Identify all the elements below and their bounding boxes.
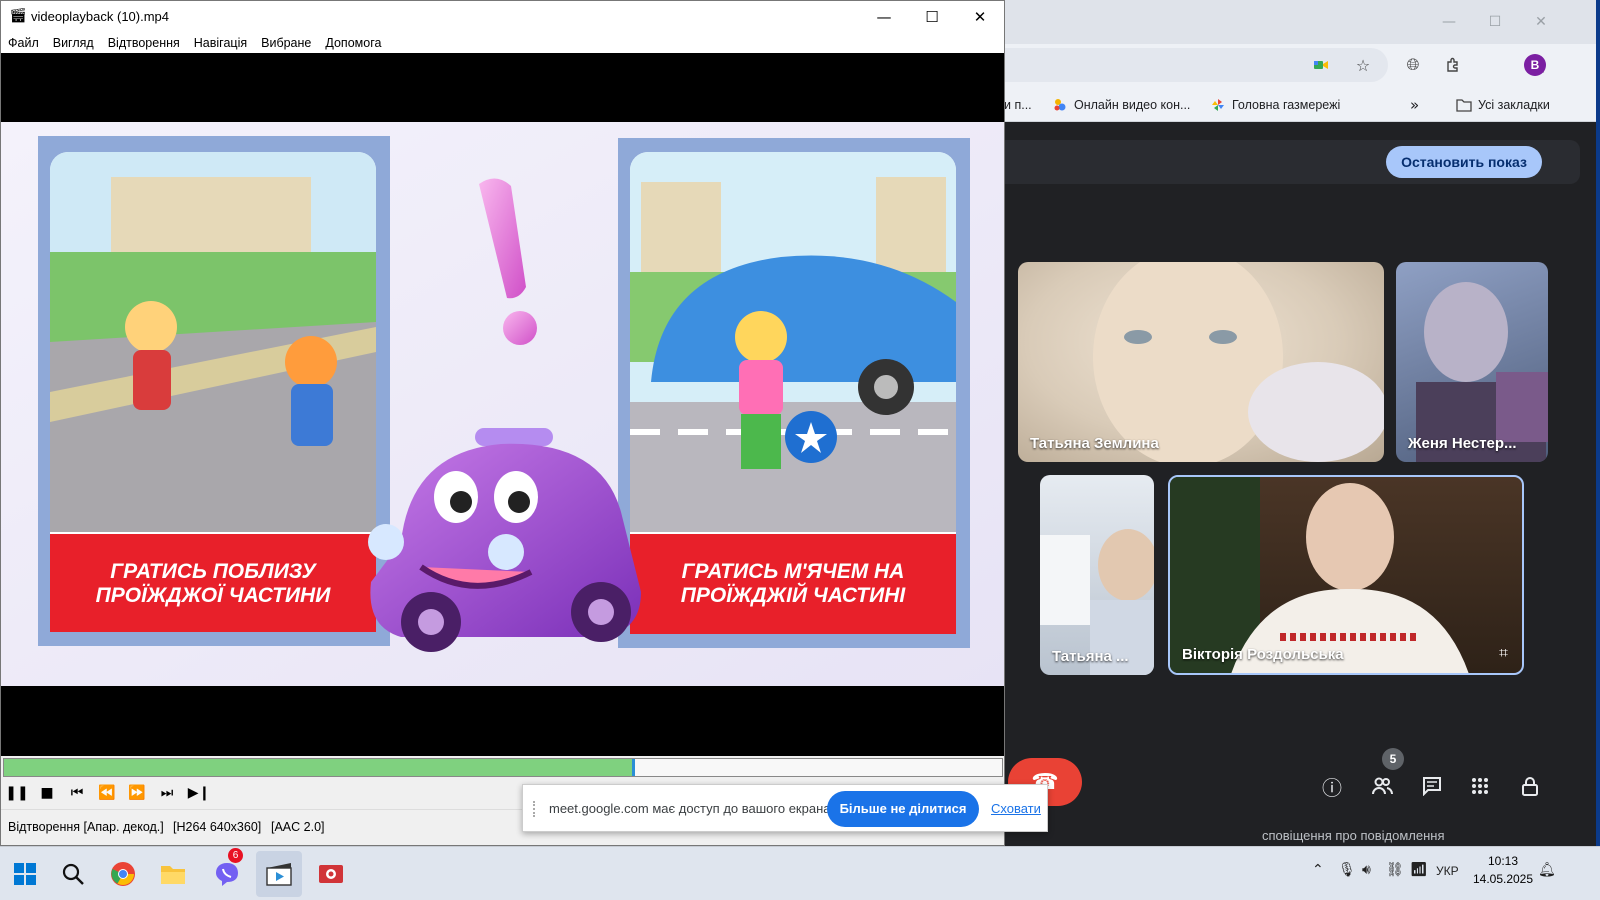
bookmark-item-gas[interactable]: Головна газмережі bbox=[1210, 96, 1340, 114]
extensions-icon[interactable] bbox=[1440, 52, 1466, 78]
drag-handle-icon[interactable] bbox=[533, 801, 539, 817]
video-surface[interactable]: ГРАТИСЬ ПОБЛИЗУ ПРОЇЖДЖОЇ ЧАСТИНИ ГРАТИС… bbox=[1, 53, 1004, 756]
bookmark-item[interactable]: и п... bbox=[1004, 96, 1032, 114]
meet-bookmark-icon bbox=[1052, 97, 1068, 113]
right-caption-line2: ПРОЇЖДЖІЙ ЧАСТИНІ bbox=[681, 583, 907, 607]
player-close-button[interactable]: ✕ bbox=[957, 1, 1003, 33]
windows-start-icon[interactable] bbox=[2, 851, 48, 897]
translate-globe-icon[interactable]: 🌐︎ bbox=[1400, 52, 1426, 78]
meeting-info-icon[interactable]: ⓘ bbox=[1316, 770, 1348, 802]
people-count-badge: 5 bbox=[1382, 748, 1404, 770]
all-bookmarks-button[interactable]: Усі закладки bbox=[1456, 96, 1550, 114]
bookmark-label: и п... bbox=[1004, 98, 1032, 112]
browser-titlebar: — ☐ ✕ bbox=[1000, 0, 1596, 44]
input-language-indicator[interactable]: УКР bbox=[1436, 864, 1459, 878]
network-icon[interactable]: ⛓︎ bbox=[1386, 862, 1404, 878]
bookmark-item-meet[interactable]: Онлайн видео кон... bbox=[1052, 96, 1190, 114]
participant-tile[interactable]: Татьяна ... bbox=[1040, 475, 1154, 675]
participant-name: Вікторія Роздольська bbox=[1182, 646, 1344, 663]
clock-time: 10:13 bbox=[1487, 854, 1519, 868]
chrome-icon[interactable] bbox=[100, 851, 146, 897]
tray-overflow-chevron-icon[interactable]: ⌃ bbox=[1312, 862, 1324, 878]
share-notice-message: meet.google.com має доступ до вашого екр… bbox=[549, 801, 835, 816]
player-window-title: videoplayback (10).mp4 bbox=[31, 9, 170, 24]
bookmark-label: Онлайн видео кон... bbox=[1074, 98, 1191, 112]
hide-notice-link[interactable]: Сховати bbox=[991, 801, 1041, 816]
fast-forward-icon[interactable]: ⏩ bbox=[125, 783, 149, 803]
pause-icon[interactable]: ❚❚ bbox=[5, 783, 29, 803]
participant-tile[interactable]: Татьяна Землина bbox=[1018, 262, 1384, 462]
seek-progress-fill bbox=[4, 759, 635, 776]
menu-file[interactable]: Файл bbox=[1, 33, 46, 53]
player-minimize-button[interactable]: — bbox=[861, 1, 907, 33]
participant-tile[interactable]: Женя Нестер... bbox=[1396, 262, 1548, 462]
browser-window: — ☐ ✕ ☆ 🌐︎ ⋮ B и п... Онлайн видео кон..… bbox=[1000, 0, 1596, 846]
rewind-icon[interactable]: ⏪ bbox=[95, 783, 119, 803]
menu-playback[interactable]: Відтворення bbox=[101, 33, 187, 53]
host-controls-lock-icon[interactable] bbox=[1514, 770, 1546, 802]
stop-presenting-button[interactable]: Остановить показ bbox=[1386, 146, 1542, 178]
browser-toolbar: ☆ 🌐︎ ⋮ bbox=[1000, 44, 1596, 86]
clock-date: 14.05.2025 bbox=[1472, 872, 1534, 886]
viber-unread-badge: 6 bbox=[228, 848, 243, 863]
participant-tile-active[interactable]: Вікторія Роздольська ⌗ bbox=[1168, 475, 1524, 675]
notification-peek-text: сповіщення про повідомлення bbox=[1262, 828, 1445, 843]
wifi-icon[interactable]: 📶︎ bbox=[1410, 862, 1428, 878]
system-clock[interactable]: 10:13 14.05.2025 bbox=[1468, 852, 1538, 888]
stop-icon[interactable]: ■ bbox=[35, 783, 59, 803]
screen-recorder-icon[interactable] bbox=[308, 851, 354, 897]
microphone-icon[interactable]: 🎙︎ bbox=[1338, 862, 1356, 878]
frame-step-icon[interactable]: ▶❙ bbox=[187, 783, 211, 803]
screen-share-notification: meet.google.com має доступ до вашого екр… bbox=[522, 784, 1048, 832]
player-maximize-button[interactable]: ☐ bbox=[909, 1, 955, 33]
skip-back-icon[interactable]: ⏮ bbox=[65, 783, 89, 803]
meet-tab-indicator-icon[interactable] bbox=[1308, 52, 1334, 78]
chat-icon[interactable] bbox=[1416, 770, 1448, 802]
right-caption-line1: ГРАТИСЬ М'ЯЧЕМ НА bbox=[682, 560, 905, 583]
profile-avatar[interactable]: B bbox=[1524, 54, 1546, 76]
crop-icon[interactable]: ⌗ bbox=[1499, 643, 1508, 663]
menu-favorites[interactable]: Вибране bbox=[254, 33, 318, 53]
activities-grid-icon[interactable] bbox=[1464, 770, 1496, 802]
pinwheel-icon bbox=[1210, 97, 1226, 113]
browser-minimize-button[interactable]: — bbox=[1434, 10, 1464, 34]
menu-view[interactable]: Вигляд bbox=[46, 33, 101, 53]
media-player-window: 🎬︎ videoplayback (10).mp4 — ☐ ✕ Файл Виг… bbox=[0, 0, 1005, 846]
folder-icon bbox=[1456, 97, 1472, 113]
menu-navigation[interactable]: Навігація bbox=[187, 33, 254, 53]
more-bookmarks-chevron-icon[interactable]: » bbox=[1410, 96, 1419, 114]
search-icon[interactable] bbox=[50, 851, 96, 897]
file-explorer-icon[interactable] bbox=[150, 851, 196, 897]
left-caption-line2: ПРОЇЖДЖОЇ ЧАСТИНИ bbox=[96, 584, 332, 607]
player-menubar: Файл Вигляд Відтворення Навігація Вибран… bbox=[1, 33, 1004, 53]
media-player-taskbar-icon[interactable] bbox=[256, 851, 302, 897]
seek-bar[interactable] bbox=[3, 758, 1003, 777]
participant-name: Татьяна ... bbox=[1052, 648, 1129, 665]
audio-codec-info: [AAC 2.0] bbox=[271, 820, 325, 834]
stop-sharing-button[interactable]: Більше не ділитися bbox=[827, 791, 979, 827]
participant-name: Татьяна Землина bbox=[1030, 435, 1159, 452]
menu-help[interactable]: Допомога bbox=[318, 33, 388, 53]
playback-status: Відтворення [Апар. декод.] bbox=[8, 820, 164, 834]
browser-maximize-button[interactable]: ☐ bbox=[1480, 10, 1510, 34]
all-bookmarks-label: Усі закладки bbox=[1478, 98, 1550, 112]
browser-close-button[interactable]: ✕ bbox=[1526, 10, 1556, 34]
left-caption-line1: ГРАТИСЬ ПОБЛИЗУ bbox=[110, 560, 317, 583]
video-frame: ГРАТИСЬ ПОБЛИЗУ ПРОЇЖДЖОЇ ЧАСТИНИ ГРАТИС… bbox=[1, 122, 1004, 686]
video-codec-info: [H264 640x360] bbox=[173, 820, 262, 834]
skip-forward-icon[interactable]: ⏭ bbox=[155, 783, 179, 803]
bookmarks-bar: и п... Онлайн видео кон... Головна газме… bbox=[1000, 86, 1596, 122]
bookmark-label: Головна газмережі bbox=[1232, 98, 1341, 112]
clapperboard-icon: 🎬︎ bbox=[9, 8, 27, 24]
player-titlebar: 🎬︎ videoplayback (10).mp4 — ☐ ✕ bbox=[1, 1, 1004, 33]
bookmark-star-icon[interactable]: ☆ bbox=[1350, 52, 1376, 78]
participant-video bbox=[1093, 262, 1384, 462]
participant-video bbox=[1040, 529, 1154, 675]
participant-name: Женя Нестер... bbox=[1408, 435, 1517, 452]
participant-video bbox=[1416, 282, 1548, 462]
viber-icon[interactable] bbox=[204, 851, 250, 897]
notifications-bell-icon[interactable]: 🔔︎ bbox=[1538, 862, 1556, 878]
people-icon[interactable] bbox=[1366, 770, 1398, 802]
volume-icon[interactable]: 🔊︎ bbox=[1362, 862, 1371, 878]
